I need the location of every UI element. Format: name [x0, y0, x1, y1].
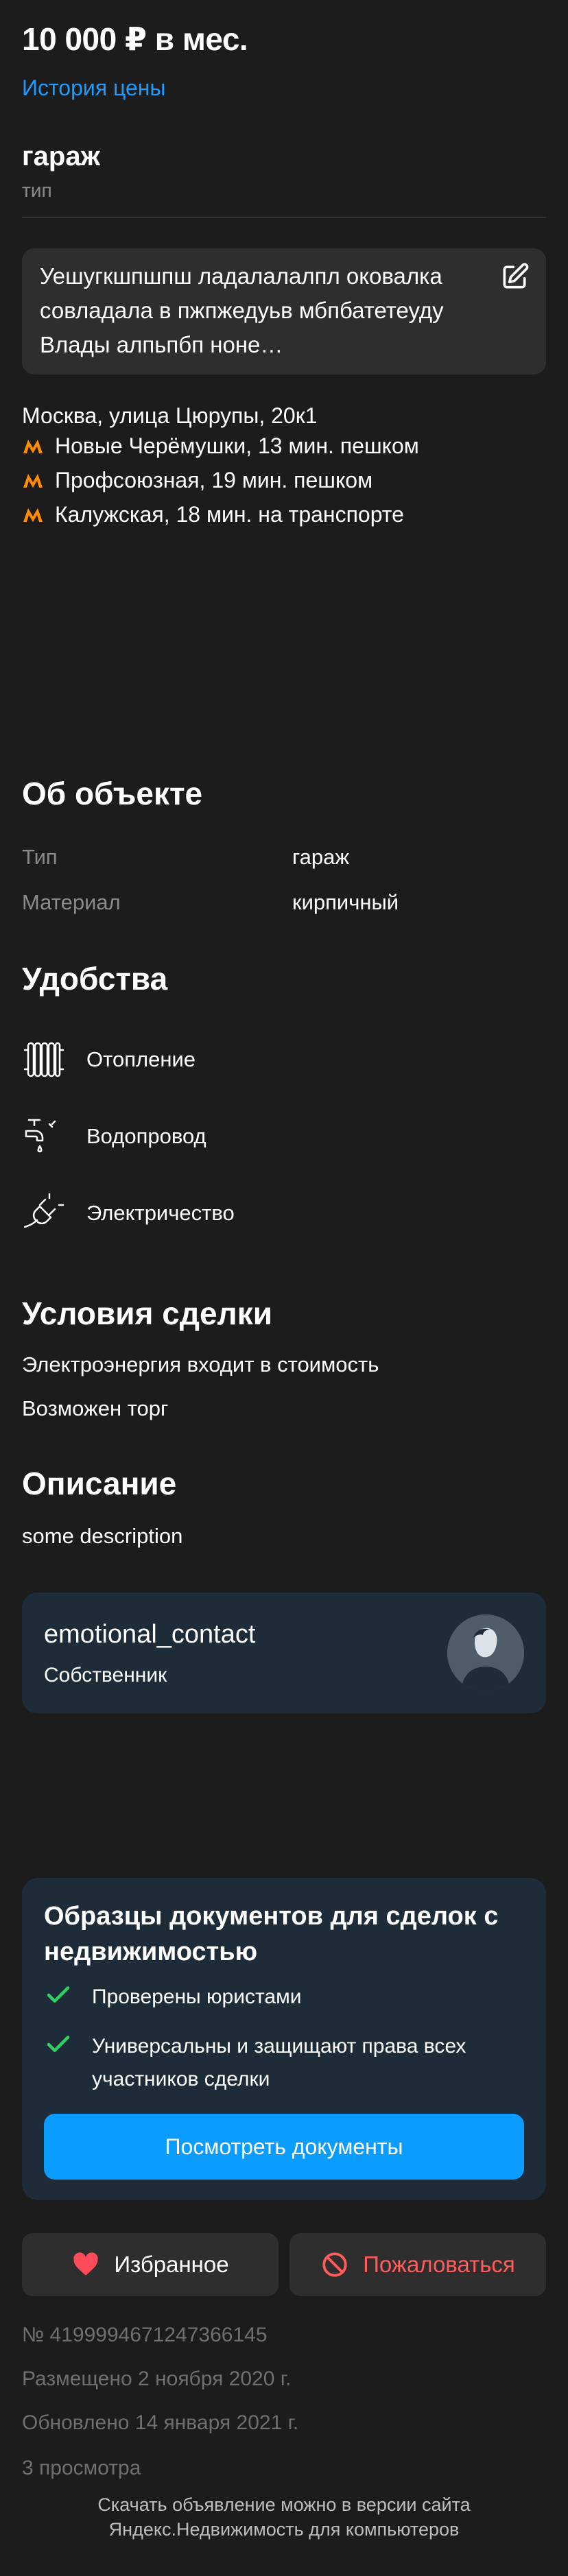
footer-line: Скачать объявление можно в версии сайта — [97, 2494, 471, 2515]
documents-card: Образцы документов для сделок с недвижим… — [22, 1878, 546, 2200]
documents-title: Образцы документов для сделок с недвижим… — [44, 1902, 499, 1966]
avatar — [447, 1614, 524, 1691]
metro-station: Новые Черёмушки, 13 мин. пешком — [22, 433, 419, 459]
deal-term: Электроэнергия входит в стоимость — [22, 1352, 379, 1376]
documents-feature-text: Универсальны и защищают права всех участ… — [92, 2035, 466, 2090]
documents-feature-text: Проверены юристами — [92, 1985, 302, 2008]
amenity-label: Отопление — [86, 1047, 196, 1071]
amenity-water: Водопровод — [22, 1114, 206, 1159]
section-title-deal: Условия сделки — [22, 1296, 273, 1331]
block-icon — [322, 2252, 347, 2277]
amenity-heating: Отопление — [22, 1037, 196, 1082]
metro-text: Профсоюзная, 19 мин. пешком — [55, 468, 373, 492]
avatar-silhouette-icon — [447, 1614, 524, 1691]
metro-icon — [23, 473, 43, 488]
views-count: 3 просмотра — [22, 2457, 141, 2479]
type-label: тип — [22, 180, 52, 201]
amenity-label: Водопровод — [86, 1124, 206, 1148]
price: 10 000 ₽ в мес. — [22, 21, 248, 57]
documents-feature: Универсальны и защищают права всех участ… — [44, 2030, 524, 2096]
check-icon — [47, 2036, 70, 2053]
report-button[interactable]: Пожаловаться — [289, 2233, 546, 2296]
metro-text: Новые Черёмушки, 13 мин. пешком — [55, 433, 419, 458]
about-key-type: Тип — [22, 845, 58, 869]
user-note[interactable]: Уешугкшпшпш ладалалалпл оковалка совлада… — [22, 248, 546, 374]
listing-id: № 4199994671247366145 — [22, 2324, 268, 2346]
owner-name: emotional_contact — [44, 1620, 256, 1649]
description-text: some description — [22, 1524, 183, 1548]
posted-date: Размещено 2 ноября 2020 г. — [22, 2368, 292, 2390]
edit-icon[interactable] — [499, 262, 530, 292]
radiator-icon — [23, 1042, 64, 1077]
metro-station: Профсоюзная, 19 мин. пешком — [22, 468, 372, 493]
footer-line[interactable]: Яндекс.Недвижимость для компьютеров — [0, 2517, 568, 2542]
address: Москва, улица Цюрупы, 20к1 — [22, 403, 318, 428]
favorite-button[interactable]: Избранное — [22, 2233, 279, 2296]
metro-text: Калужская, 18 мин. на транспорте — [55, 502, 404, 527]
metro-icon — [23, 508, 43, 522]
about-value-material: кирпичный — [292, 890, 399, 914]
check-icon — [47, 1986, 70, 2003]
heart-icon — [73, 2252, 99, 2276]
favorite-label: Избранное — [114, 2252, 229, 2277]
plug-icon — [23, 1193, 64, 1228]
section-title-description: Описание — [22, 1466, 177, 1501]
type-value: гараж — [22, 141, 100, 171]
amenity-label: Электричество — [86, 1201, 235, 1225]
section-title-amenities: Удобства — [22, 961, 168, 997]
deal-term: Возможен торг — [22, 1396, 169, 1420]
documents-feature: Проверены юристами — [44, 1981, 524, 2014]
report-label: Пожаловаться — [363, 2252, 515, 2277]
about-value-type: гараж — [292, 845, 350, 869]
owner-card[interactable]: emotional_contact Собственник — [22, 1593, 546, 1713]
section-title-about: Об объекте — [22, 776, 203, 811]
view-documents-button[interactable]: Посмотреть документы — [44, 2114, 524, 2180]
price-history-link[interactable]: История цены — [22, 75, 165, 101]
divider — [22, 217, 546, 218]
metro-station: Калужская, 18 мин. на транспорте — [22, 502, 404, 527]
footer-desktop-note: Скачать объявление можно в версии сайта … — [0, 2492, 568, 2542]
owner-role: Собственник — [44, 1664, 167, 1686]
updated-date: Обновлено 14 января 2021 г. — [22, 2411, 299, 2434]
about-key-material: Материал — [22, 890, 121, 914]
faucet-icon — [25, 1119, 56, 1153]
amenity-electricity: Электричество — [22, 1191, 235, 1236]
note-text: Уешугкшпшпш ладалалалпл оковалка совлада… — [40, 263, 444, 357]
metro-icon — [23, 439, 43, 453]
